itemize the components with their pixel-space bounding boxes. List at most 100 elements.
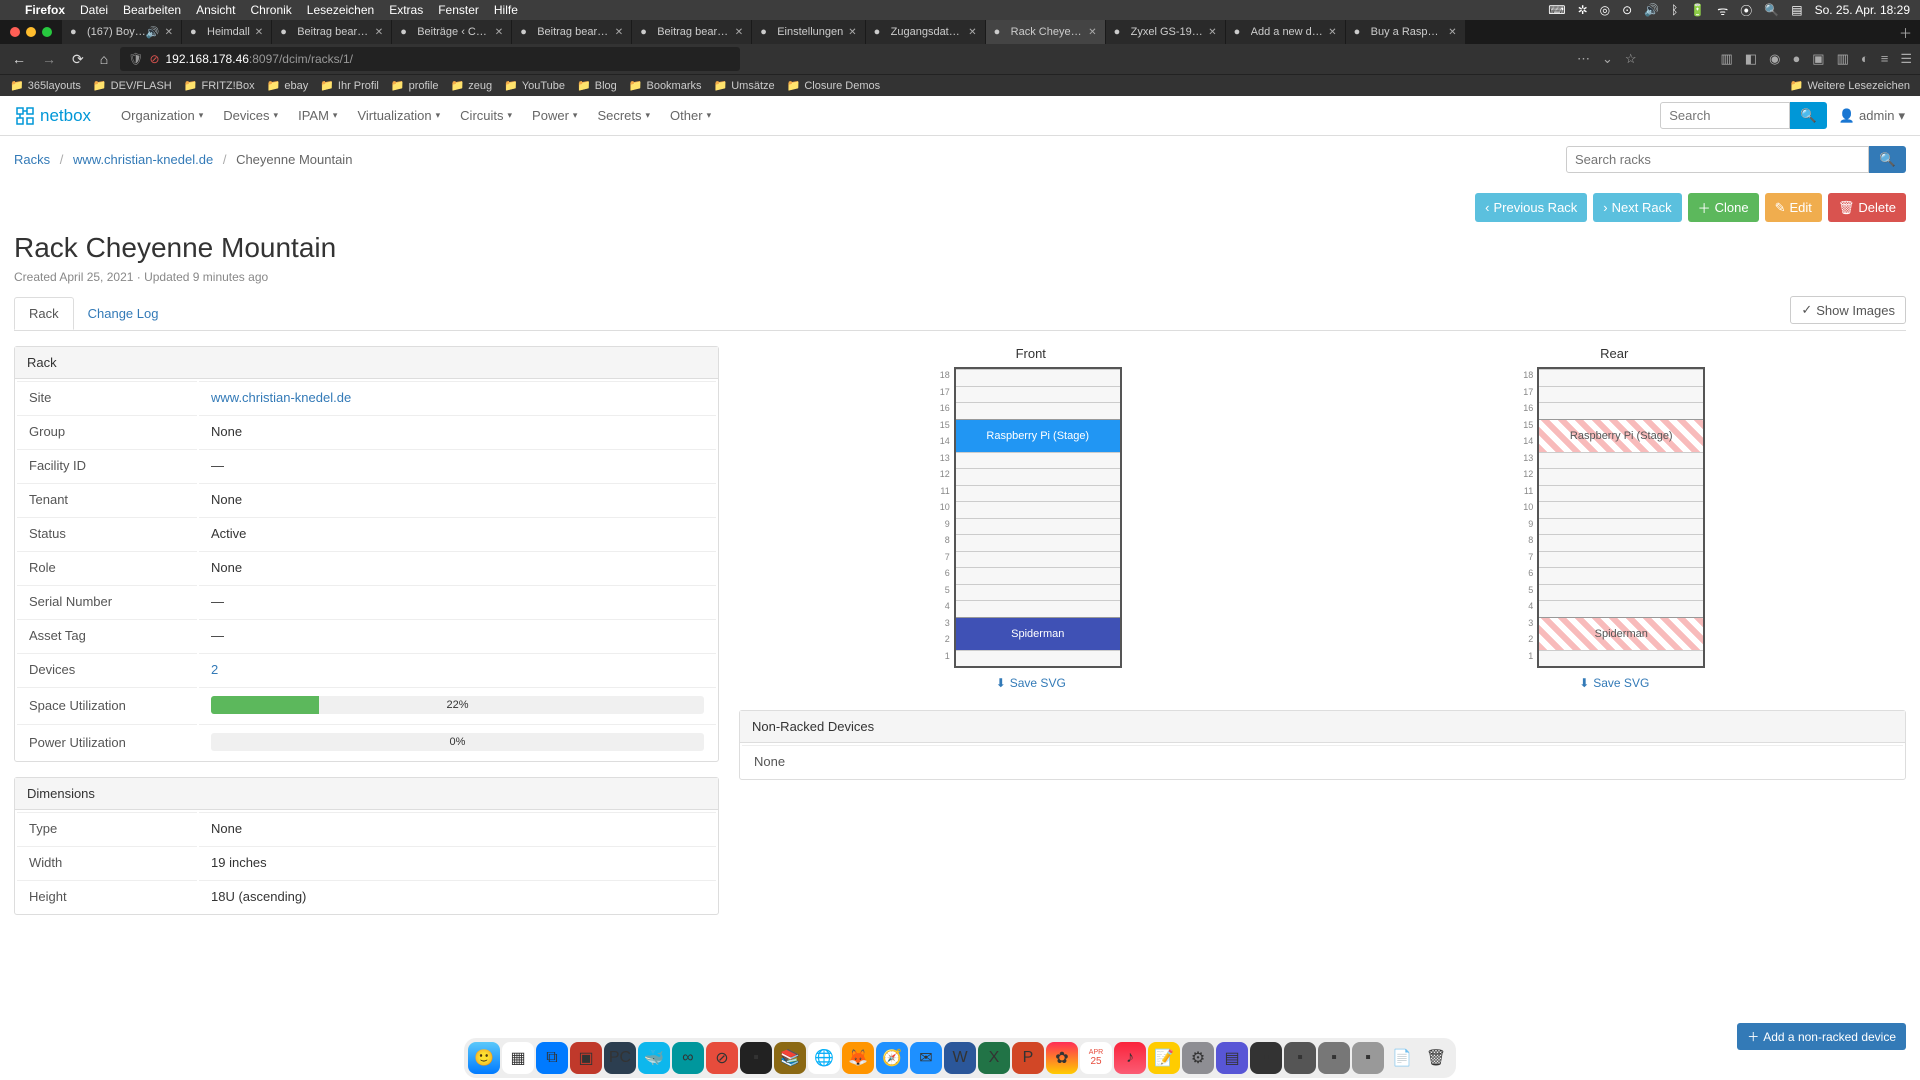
dock-photos[interactable]: ✿ xyxy=(1046,1042,1078,1074)
rack-unit-empty[interactable] xyxy=(1539,501,1703,518)
tab-rack[interactable]: Rack xyxy=(14,297,74,330)
home-button[interactable]: ⌂ xyxy=(96,51,112,67)
browser-tab[interactable]: ●Beitrag bearbei✕ xyxy=(272,20,392,44)
new-tab-button[interactable]: ＋ xyxy=(1891,23,1920,42)
rack-unit-empty[interactable] xyxy=(956,402,1120,419)
rack-unit-empty[interactable] xyxy=(1539,551,1703,568)
lock-icon[interactable]: ⊘ xyxy=(149,52,159,66)
volume-icon[interactable]: 🔊 xyxy=(1644,3,1659,17)
dock-notes[interactable]: 📝 xyxy=(1148,1042,1180,1074)
breadcrumb-site[interactable]: www.christian-knedel.de xyxy=(73,152,213,167)
rack-device-spiderman[interactable]: Spiderman xyxy=(956,617,1120,650)
rack-unit-empty[interactable] xyxy=(956,584,1120,601)
bookmark-item[interactable]: 📁 ebay xyxy=(267,79,309,92)
close-tab-icon[interactable]: ✕ xyxy=(1088,27,1096,38)
display-icon[interactable]: ⊙ xyxy=(1622,3,1632,17)
hamburger-icon[interactable]: ☰ xyxy=(1900,51,1912,67)
dock-books[interactable]: 📚 xyxy=(774,1042,806,1074)
dock-terminal[interactable]: ▪ xyxy=(740,1042,772,1074)
close-tab-icon[interactable]: ✕ xyxy=(495,27,503,38)
bookmark-item[interactable]: 📁 profile xyxy=(391,79,439,92)
dock-settings[interactable]: ⚙ xyxy=(1182,1042,1214,1074)
close-tab-icon[interactable]: ✕ xyxy=(968,27,976,38)
bookmark-item[interactable]: 📁 FRITZ!Box xyxy=(184,79,255,92)
dock-vscode[interactable]: ⧉ xyxy=(536,1042,568,1074)
close-window-icon[interactable] xyxy=(10,27,20,37)
rack-unit-empty[interactable] xyxy=(1539,518,1703,535)
nav-item[interactable]: Devices ▾ xyxy=(213,108,288,123)
close-tab-icon[interactable]: ✕ xyxy=(615,27,623,38)
dock-app4[interactable]: ▪ xyxy=(1250,1042,1282,1074)
rack-unit-empty[interactable] xyxy=(956,452,1120,469)
user-menu[interactable]: 👤 admin ▾ xyxy=(1839,108,1905,124)
siri-icon[interactable]: ▤ xyxy=(1791,3,1802,17)
account-icon[interactable]: ◉ xyxy=(1769,51,1780,67)
pocket-icon[interactable]: ⌄ xyxy=(1602,51,1613,67)
browser-tab[interactable]: ●Zugangsdaten u✕ xyxy=(866,20,986,44)
ext5-icon[interactable]: ≡ xyxy=(1881,51,1889,67)
dock-calendar[interactable]: APR25 xyxy=(1080,1042,1112,1074)
dock-mail[interactable]: ✉ xyxy=(910,1042,942,1074)
bookmark-item[interactable]: 📁 zeug xyxy=(451,79,493,92)
dock-app2[interactable]: ⊘ xyxy=(706,1042,738,1074)
bookmark-star-icon[interactable]: ☆ xyxy=(1625,51,1637,67)
browser-tab[interactable]: ●Beitrag bearbei✕ xyxy=(512,20,632,44)
browser-tab[interactable]: ●(167) Boysel🔊✕ xyxy=(62,20,182,44)
close-tab-icon[interactable]: ✕ xyxy=(848,27,856,38)
browser-tab[interactable]: ●Beiträge ‹ Chris✕ xyxy=(392,20,512,44)
rack-device-spiderman[interactable]: Spiderman xyxy=(1539,617,1703,650)
close-tab-icon[interactable]: ✕ xyxy=(1328,27,1336,38)
rack-front-frame[interactable]: SpidermanRaspberry Pi (Stage) xyxy=(954,367,1122,668)
nav-item[interactable]: Other ▾ xyxy=(660,108,721,123)
rack-unit-empty[interactable] xyxy=(1539,567,1703,584)
dock-chrome[interactable]: 🌐 xyxy=(808,1042,840,1074)
bookmark-item[interactable]: 📁 YouTube xyxy=(504,79,565,92)
save-svg-rear[interactable]: ⬇ Save SVG xyxy=(1523,676,1705,690)
control-center-icon[interactable]: ⦿ xyxy=(1740,2,1752,19)
ext4-icon[interactable]: ◐ xyxy=(1861,51,1869,67)
keyboard-icon[interactable]: ⌨ xyxy=(1548,3,1565,17)
wifi-icon[interactable]: ᯤ xyxy=(1717,2,1728,19)
nav-item[interactable]: Circuits ▾ xyxy=(450,108,522,123)
dock-app1[interactable]: ▣ xyxy=(570,1042,602,1074)
rack-unit-empty[interactable] xyxy=(956,551,1120,568)
rack-unit-empty[interactable] xyxy=(956,534,1120,551)
menu-lesezeichen[interactable]: Lesezeichen xyxy=(307,3,374,17)
save-svg-front[interactable]: ⬇ Save SVG xyxy=(940,676,1122,690)
ext3-icon[interactable]: ▥ xyxy=(1837,51,1849,67)
browser-tab[interactable]: ●Add a new devi✕ xyxy=(1226,20,1346,44)
show-images-button[interactable]: ✓ Show Images xyxy=(1790,296,1906,324)
library-icon[interactable]: ▥ xyxy=(1721,51,1733,67)
dock-music[interactable]: ♪ xyxy=(1114,1042,1146,1074)
rack-search-input[interactable] xyxy=(1566,146,1869,173)
dock-safari[interactable]: 🧭 xyxy=(876,1042,908,1074)
global-search[interactable]: 🔍 xyxy=(1660,102,1827,129)
row-site-value[interactable]: www.christian-knedel.de xyxy=(211,390,351,405)
menu-bearbeiten[interactable]: Bearbeiten xyxy=(123,3,181,17)
bookmark-item[interactable]: 📁 Umsätze xyxy=(714,79,775,92)
global-search-input[interactable] xyxy=(1660,102,1790,129)
menu-ansicht[interactable]: Ansicht xyxy=(196,3,235,17)
audio-icon[interactable]: 🔊 xyxy=(146,26,160,39)
browser-tab[interactable]: ●Zyxel GS-1924✕ xyxy=(1106,20,1226,44)
rack-device-raspberry[interactable]: Raspberry Pi (Stage) xyxy=(1539,419,1703,452)
menu-datei[interactable]: Datei xyxy=(80,3,108,17)
browser-tab[interactable]: ●Rack Cheyenne✕ xyxy=(986,20,1106,44)
tab-changelog[interactable]: Change Log xyxy=(74,298,173,329)
nav-item[interactable]: Secrets ▾ xyxy=(587,108,660,123)
browser-tab[interactable]: ●Heimdall✕ xyxy=(182,20,272,44)
clone-button[interactable]: ＋ Clone xyxy=(1688,193,1759,222)
clock[interactable]: So. 25. Apr. 18:29 xyxy=(1815,3,1910,17)
browser-tab[interactable]: ●Buy a Raspberr✕ xyxy=(1346,20,1466,44)
next-rack-button[interactable]: › Next Rack xyxy=(1593,193,1681,222)
rack-unit-empty[interactable] xyxy=(956,386,1120,403)
rack-unit-empty[interactable] xyxy=(1539,534,1703,551)
rack-unit-empty[interactable] xyxy=(1539,600,1703,617)
dock-firefox[interactable]: 🦊 xyxy=(842,1042,874,1074)
close-tab-icon[interactable]: ✕ xyxy=(165,27,173,38)
breadcrumb-racks[interactable]: Racks xyxy=(14,152,50,167)
bookmark-more[interactable]: 📁 Weitere Lesezeichen xyxy=(1790,79,1910,92)
close-tab-icon[interactable]: ✕ xyxy=(1208,27,1216,38)
global-search-button[interactable]: 🔍 xyxy=(1790,102,1827,129)
menu-extras[interactable]: Extras xyxy=(389,3,423,17)
